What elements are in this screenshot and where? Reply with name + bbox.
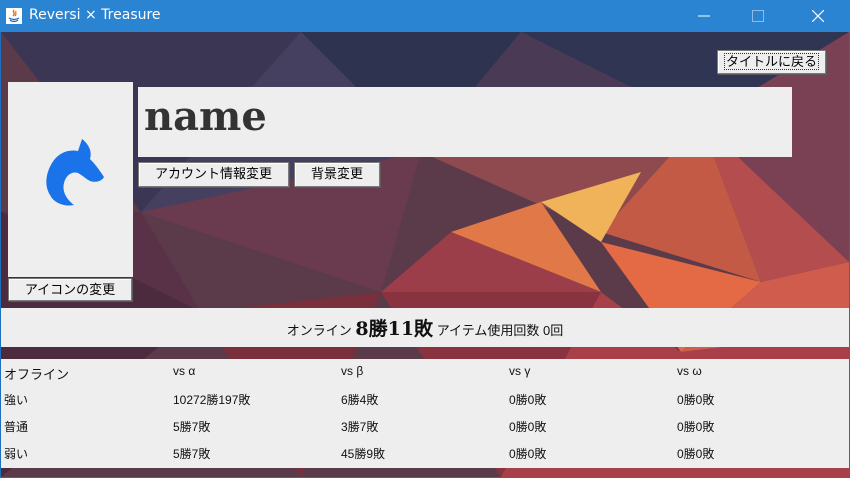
offline-stats-table: オフライン vs α vs β vs γ vs ω 強い 10272勝197敗 … <box>1 359 849 468</box>
online-stats-bar: オンライン 8勝11敗 アイテム使用回数 0回 <box>1 308 849 347</box>
java-app-icon <box>6 8 22 24</box>
table-cell: 0勝0敗 <box>509 393 547 407</box>
account-info-button[interactable]: アカウント情報変更 <box>138 162 289 187</box>
change-icon-button[interactable]: アイコンの変更 <box>8 278 132 301</box>
player-name: name <box>144 93 267 140</box>
table-cell: 45勝9敗 <box>341 447 386 461</box>
back-to-title-button[interactable]: タイトルに戻る <box>717 50 826 74</box>
back-to-title-label: タイトルに戻る <box>723 53 820 70</box>
table-cell: 0勝0敗 <box>509 447 547 461</box>
item-usage-count: アイテム使用回数 0回 <box>436 323 564 338</box>
avatar <box>8 82 133 277</box>
horse-knight-icon <box>46 139 104 206</box>
minimize-icon <box>698 15 710 17</box>
minimize-button[interactable] <box>682 0 728 32</box>
table-cell: 0勝0敗 <box>677 393 715 407</box>
table-cell: 3勝7敗 <box>341 420 379 434</box>
close-button[interactable] <box>796 0 842 32</box>
maximize-icon <box>752 10 764 22</box>
row-label: 強い <box>4 393 29 407</box>
table-cell: 5勝7敗 <box>173 447 211 461</box>
change-background-button[interactable]: 背景変更 <box>294 162 380 187</box>
main-content: タイトルに戻る name アカウント情報変更 背景変更 アイコンの変更 オンライ… <box>1 32 849 477</box>
table-header: vs ω <box>677 364 702 378</box>
close-icon <box>812 10 824 22</box>
table-cell: 10272勝197敗 <box>173 393 251 407</box>
window-title: Reversi × Treasure <box>29 7 161 23</box>
table-cell: 0勝0敗 <box>677 447 715 461</box>
online-label: オンライン <box>286 323 352 338</box>
online-stats-line: オンライン 8勝11敗 アイテム使用回数 0回 <box>1 314 849 341</box>
table-header: オフライン <box>4 367 70 382</box>
table-header: vs β <box>341 364 364 378</box>
table-header: vs γ <box>509 364 531 378</box>
row-label: 普通 <box>4 420 29 434</box>
table-cell: 5勝7敗 <box>173 420 211 434</box>
table-cell: 6勝4敗 <box>341 393 379 407</box>
online-record: 8勝11敗 <box>355 318 434 340</box>
table-cell: 0勝0敗 <box>677 420 715 434</box>
table-cell: 0勝0敗 <box>509 420 547 434</box>
row-label: 弱い <box>4 447 29 461</box>
maximize-button[interactable] <box>736 0 782 32</box>
player-name-panel: name <box>138 87 792 157</box>
table-header: vs α <box>173 364 196 378</box>
title-bar: Reversi × Treasure <box>0 0 850 32</box>
